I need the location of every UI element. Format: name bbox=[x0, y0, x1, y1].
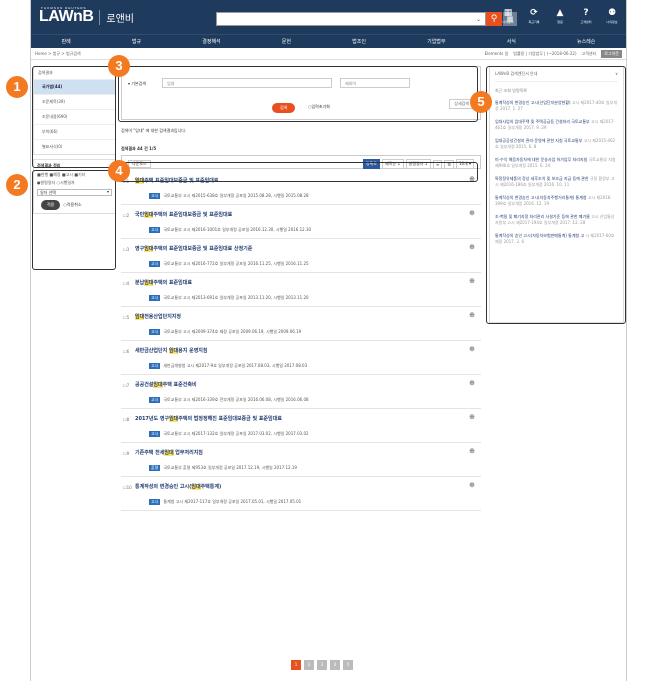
user-icon[interactable]: ⚉ 나의정보 bbox=[604, 8, 620, 25]
logo-korean: 로앤비 bbox=[99, 9, 134, 25]
result-title[interactable]: 2017년도 영구임대주택의 법정정해진 표준임대보증금 및 표준임대료 bbox=[135, 415, 282, 422]
item-checkbox[interactable]: ☐9 bbox=[123, 451, 129, 456]
result-title[interactable]: 분납임대주택의 표준임대료 bbox=[135, 279, 192, 286]
global-search-input[interactable]: ⌄ bbox=[216, 12, 486, 26]
highlight-box bbox=[32, 170, 116, 270]
chevron-down-icon[interactable]: ⌄ bbox=[476, 16, 481, 23]
item-checkbox[interactable]: ☐3 bbox=[123, 247, 129, 252]
result-meta: 고시 국토교통부 고시 제2013-691호 일부개정 공포일 2013.11.2… bbox=[149, 295, 309, 301]
support-link[interactable]: 고객센터 bbox=[582, 51, 597, 57]
result-message: 검색어 "임대" 에 대한 검색결과입니다. bbox=[121, 128, 187, 133]
preview-icon[interactable]: ⊕ bbox=[469, 345, 475, 353]
nav-item-news[interactable]: 뉴스레슨 bbox=[577, 38, 595, 45]
main-nav: 판례 법규 결정해석 문헌 법조인 기업법무 서식 뉴스레슨 bbox=[31, 34, 626, 48]
callout-badge: 1 bbox=[6, 76, 28, 98]
page-2[interactable]: 2 bbox=[304, 660, 314, 670]
list-item: ☐6 새만금산업단지 임대용지 운영지침 ⊕ 고시 새만금개발청 고시 제2017-9호… bbox=[121, 341, 481, 375]
pagination: 1 2 3 4 5 bbox=[291, 660, 353, 670]
result-meta: 고시 국토교통부 고시 제2015-638호 일부개정 공포일 2015.08.2… bbox=[149, 193, 309, 199]
preview-icon[interactable]: ⊕ bbox=[469, 243, 475, 251]
page-1[interactable]: 1 bbox=[291, 660, 301, 670]
list-item: ☐8 2017년도 영구임대주택의 법정정해진 표준임대보증금 및 표준임대료 ⊕ 고… bbox=[121, 409, 481, 443]
nav-item-lawyers[interactable]: 법조인 bbox=[352, 38, 366, 45]
item-checkbox[interactable]: ☐10 bbox=[123, 485, 132, 490]
top-bar: THOMSON REUTERS LAWnB 로앤비 ⌄ ⚲ ▦ ▦ 나의원비 ⟳ 최근… bbox=[31, 0, 626, 34]
preview-icon[interactable]: ⊕ bbox=[469, 379, 475, 387]
page-4[interactable]: 4 bbox=[330, 660, 340, 670]
nav-item-corporate[interactable]: 기업법무 bbox=[427, 38, 445, 45]
main-content: ▾ 기본검색 임대 제외어 검색 ○입력초기화 상세검색 검색어 "임대" 에 … bbox=[121, 66, 481, 511]
preview-icon[interactable]: ⊕ bbox=[469, 447, 475, 455]
highlight-box bbox=[118, 66, 478, 122]
logo[interactable]: THOMSON REUTERS LAWnB bbox=[39, 6, 94, 26]
list-item: ☐2 국민임대주택의 표준임대보증금 및 표준임대료 ⊕ 고시 국토교통부 고시 제20… bbox=[121, 205, 481, 239]
highlight-box bbox=[118, 162, 478, 182]
preview-icon[interactable]: ⊕ bbox=[469, 277, 475, 285]
item-checkbox[interactable]: ☐2 bbox=[123, 213, 129, 218]
result-title[interactable]: 영구임대주택의 표준임대보증금 및 표준임대료 산정기준 bbox=[135, 245, 252, 252]
top-icons: ▦ 나의원비 ⟳ 최근기록 ▲ 알림 ? 고객센터 ⚉ 나의정보 bbox=[500, 8, 620, 25]
account-link[interactable]: Elements 일 bbox=[485, 51, 509, 57]
result-meta: 고시 통계청 고시 제2017-117호 일부개정 공포일 2017.05.01,… bbox=[149, 499, 302, 505]
callout-badge: 2 bbox=[6, 174, 28, 196]
item-checkbox[interactable]: ☐5 bbox=[123, 315, 129, 320]
result-title[interactable]: 국민임대주택의 표준임대보증금 및 표준임대료 bbox=[135, 211, 232, 218]
highlight-box bbox=[486, 66, 626, 324]
result-meta: 고시 국토교통부 고시 제2016-772호 일부개정 공포일 2016.11.2… bbox=[149, 261, 309, 267]
preview-icon[interactable]: ⊕ bbox=[469, 209, 475, 217]
list-item: ☐5 임대전용산업단지지정 ⊕ 고시 국토교통부 고시 제2009-374호 제정 공포… bbox=[121, 307, 481, 341]
history-icon[interactable]: ⟳ 최근기록 bbox=[526, 8, 542, 25]
bell-icon[interactable]: ▲ 알림 bbox=[552, 8, 568, 25]
folder-icon[interactable]: ▦ 나의원비 bbox=[500, 8, 516, 25]
nav-item-decisions[interactable]: 결정해석 bbox=[202, 38, 220, 45]
item-checkbox[interactable]: ☐6 bbox=[123, 349, 129, 354]
list-item: ☐9 기존주택 전세임대 업무처리지침 ⊕ 훈령 국토교통부 훈령 제953호 일부개정… bbox=[121, 443, 481, 477]
list-item: ☐4 분납임대주택의 표준임대료 ⊕ 고시 국토교통부 고시 제2013-691호 일부… bbox=[121, 273, 481, 307]
callout-badge: 4 bbox=[108, 160, 130, 182]
result-title[interactable]: 임대전용산업단지지정 bbox=[135, 313, 181, 320]
result-meta: 훈령 국토교통부 훈령 제953호 일부개정 공포일 2017.12.19, 시행… bbox=[149, 465, 297, 471]
result-title[interactable]: 공공건설임대주택 표준건축비 bbox=[135, 381, 197, 388]
preview-icon[interactable]: ⊕ bbox=[469, 311, 475, 319]
breadcrumb: Home > 법규 > 법규검색 bbox=[35, 50, 81, 56]
result-meta: 고시 국토교통부 고시 제2017-132호 일부개정 공포일 2017.03.0… bbox=[149, 431, 309, 437]
logout-button[interactable]: 로그아웃 bbox=[601, 49, 622, 58]
preview-icon[interactable]: ⊕ bbox=[469, 413, 475, 421]
highlight-box bbox=[32, 66, 116, 168]
preview-icon[interactable]: ⊕ bbox=[469, 481, 475, 489]
list-item: ☐3 영구임대주택의 표준임대보증금 및 표준임대료 산정기준 ⊕ 고시 국토교통부 고… bbox=[121, 239, 481, 273]
page-5[interactable]: 5 bbox=[343, 660, 353, 670]
nav-item-forms[interactable]: 서식 bbox=[507, 38, 516, 45]
nav-item-literature[interactable]: 문헌 bbox=[282, 38, 291, 45]
result-title[interactable]: 기존주택 전세임대 업무처리지침 bbox=[135, 449, 203, 456]
callout-badge: 5 bbox=[470, 91, 492, 113]
item-checkbox[interactable]: ☐7 bbox=[123, 383, 129, 388]
nav-item-laws[interactable]: 법규 bbox=[132, 38, 141, 45]
result-meta: 고시 국토교통부 고시 제2016-339호 전부개정 공포일 2016.06.0… bbox=[149, 397, 309, 403]
result-list: ☐1 임대주택 표준임대보증금 및 표준임대료 ⊕ 고시 국토교통부 고시 제2015-… bbox=[121, 171, 481, 511]
subscription-info: 법률용 | 기업법무 | (~2018-06-22) bbox=[513, 50, 577, 56]
result-count: 검색결과 44 건 1/5 bbox=[121, 146, 157, 151]
nav-item-cases[interactable]: 판례 bbox=[62, 38, 71, 45]
item-checkbox[interactable]: ☐4 bbox=[123, 281, 129, 286]
result-meta: 고시 국토교통부 고시 제2009-374호 제정 공포일 2009.06.19,… bbox=[149, 329, 302, 335]
result-title[interactable]: 통계작성의 변경승인 고시(임대주택통계) bbox=[135, 483, 221, 490]
list-item: ☐7 공공건설임대주택 표준건축비 ⊕ 고시 국토교통부 고시 제2016-339호 전… bbox=[121, 375, 481, 409]
page-3[interactable]: 3 bbox=[317, 660, 327, 670]
result-meta: 고시 국토교통부 고시 제2016-1001호 일부개정 공포일 2016.12.… bbox=[149, 227, 312, 233]
help-icon[interactable]: ? 고객센터 bbox=[578, 8, 594, 25]
result-meta: 고시 새만금개발청 고시 제2017-9호 일부개정 공포일 2017.08.03… bbox=[149, 363, 308, 369]
list-item: ☐10 통계작성의 변경승인 고시(임대주택통계) ⊕ 고시 통계청 고시 제2017-… bbox=[121, 477, 481, 511]
result-title[interactable]: 새만금산업단지 임대용지 운영지침 bbox=[135, 347, 208, 354]
callout-badge: 3 bbox=[108, 55, 130, 77]
item-checkbox[interactable]: ☐8 bbox=[123, 417, 129, 422]
